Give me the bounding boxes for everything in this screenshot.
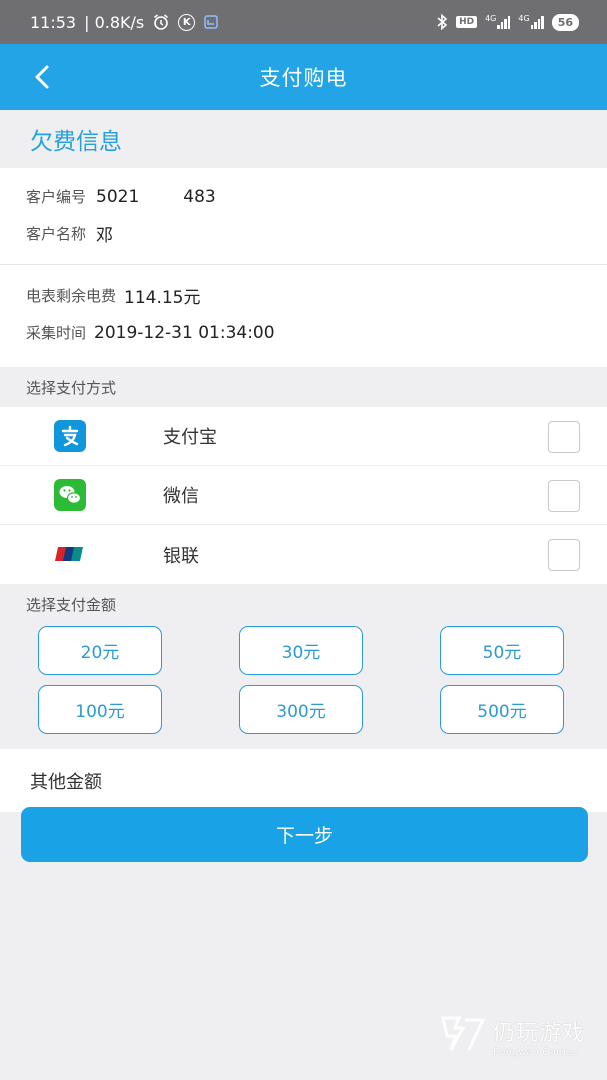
other-amount-field[interactable]: 其他金额 <box>0 749 607 812</box>
watermark-logo-icon <box>439 1014 487 1058</box>
payment-option-unionpay[interactable]: 银联 <box>0 525 607 584</box>
signal-icon-2: 4G <box>518 15 544 29</box>
unionpay-checkbox[interactable] <box>548 539 580 571</box>
amount-option-100[interactable]: 100元 <box>38 685 162 734</box>
payment-method-title: 选择支付方式 <box>0 367 607 407</box>
amount-option-50[interactable]: 50元 <box>440 626 564 675</box>
alarm-icon <box>152 13 170 31</box>
watermark-subtitle: Rengwan Games <box>492 1046 578 1058</box>
payment-option-label: 银联 <box>163 545 199 567</box>
nav-bar: 支付购电 <box>0 44 607 110</box>
payment-amount-title: 选择支付金额 <box>0 584 607 624</box>
next-button[interactable]: 下一步 <box>21 807 588 862</box>
collect-time-label: 采集时间 <box>26 324 87 342</box>
amount-options: 20元 30元 50元 100元 300元 500元 <box>0 624 607 749</box>
amount-option-300[interactable]: 300元 <box>239 685 363 734</box>
customer-id-label: 客户编号 <box>26 188 87 206</box>
status-bar: 11:53 | 0.8K/s K HD 4G 4G 56 <box>0 0 607 44</box>
balance-label: 电表剩余电费 <box>26 287 117 305</box>
payment-option-label: 支付宝 <box>163 427 217 448</box>
amount-option-30[interactable]: 30元 <box>239 626 363 675</box>
collect-time-value: 2019-12-31 01:34:00 <box>94 322 275 343</box>
signal-icon: 4G <box>485 15 511 29</box>
back-icon[interactable] <box>28 61 60 93</box>
balance-row: 电表剩余电费 114.15元 <box>26 277 607 314</box>
app-notification-icon <box>203 14 219 30</box>
payment-method-list: 支付宝 微信 银联 <box>0 407 607 584</box>
unionpay-icon <box>54 538 86 570</box>
status-speed: | 0.8K/s <box>84 12 145 32</box>
customer-name-row: 客户名称 邓 <box>26 215 607 252</box>
payment-option-label: 微信 <box>163 486 199 507</box>
balance-value: 114.15元 <box>124 288 201 308</box>
customer-id-value: 5021 483 <box>96 186 216 207</box>
customer-id-row: 客户编号 5021 483 <box>26 178 607 215</box>
k-app-icon: K <box>178 13 196 31</box>
payment-option-wechat[interactable]: 微信 <box>0 466 607 525</box>
collect-time-row: 采集时间 2019-12-31 01:34:00 <box>26 314 607 351</box>
alipay-icon <box>54 420 86 452</box>
amount-option-20[interactable]: 20元 <box>38 626 162 675</box>
payment-option-alipay[interactable]: 支付宝 <box>0 407 607 466</box>
customer-name-label: 客户名称 <box>26 225 87 243</box>
alipay-checkbox[interactable] <box>548 421 580 453</box>
status-time: 11:53 <box>30 12 77 32</box>
page-title: 支付购电 <box>259 66 348 90</box>
wechat-icon <box>54 479 86 511</box>
watermark: 仍玩游戏 Rengwan Games <box>439 1014 585 1058</box>
hd-voice-icon: HD <box>456 16 478 28</box>
wechat-checkbox[interactable] <box>548 480 580 512</box>
bluetooth-icon <box>436 13 448 31</box>
battery-icon: 56 <box>551 13 579 31</box>
arrears-heading: 欠费信息 <box>0 110 607 168</box>
watermark-title: 仍玩游戏 <box>492 1020 585 1046</box>
amount-option-500[interactable]: 500元 <box>440 685 564 734</box>
arrears-card: 客户编号 5021 483 客户名称 邓 电表剩余电费 114.15元 采集时间 … <box>0 168 607 367</box>
customer-name-value: 邓 <box>96 226 114 246</box>
